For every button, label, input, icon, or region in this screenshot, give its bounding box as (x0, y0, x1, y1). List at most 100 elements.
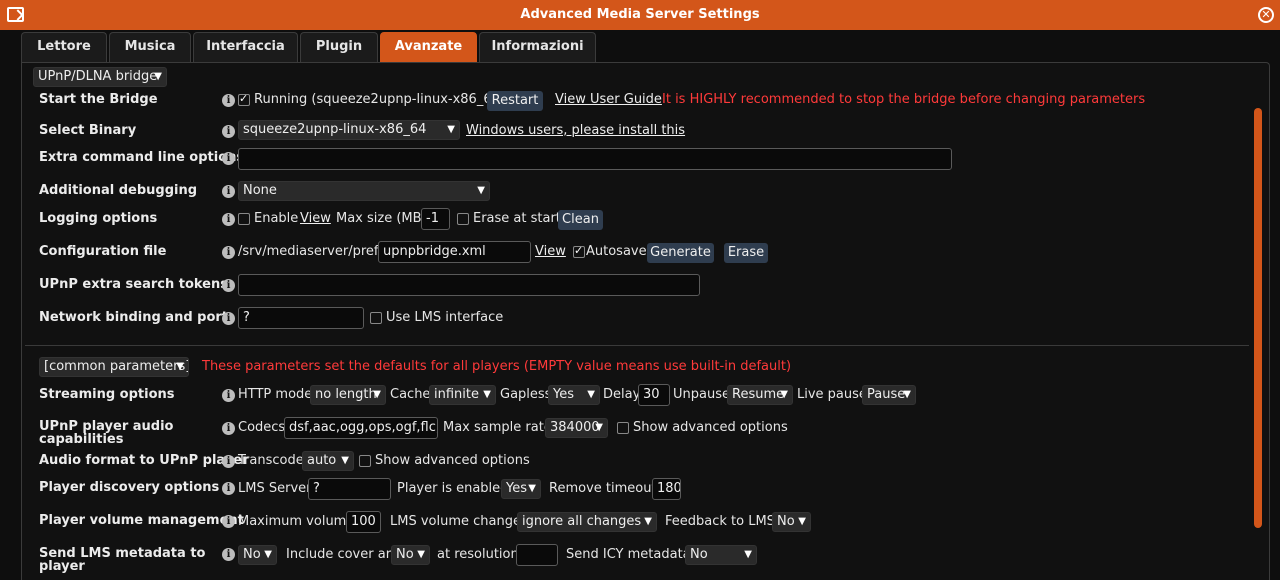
metadata-select[interactable]: No ▼ (238, 545, 277, 565)
info-icon[interactable]: i (222, 422, 235, 435)
config-file-input[interactable]: upnpbridge.xml (378, 241, 531, 263)
erase-start-checkbox[interactable] (457, 213, 469, 225)
lms-server-input[interactable]: ? (308, 478, 391, 500)
gapless-select[interactable]: Yes ▼ (548, 385, 600, 405)
logging-view-link[interactable]: View (300, 211, 331, 226)
config-file-label: Configuration file (39, 244, 167, 259)
generate-button[interactable]: Generate (647, 243, 714, 263)
chevron-down-icon: ▼ (373, 389, 381, 400)
window-title: Advanced Media Server Settings (520, 7, 760, 22)
resolution-input[interactable] (516, 544, 558, 566)
info-icon[interactable]: i (222, 213, 235, 226)
transcode-select[interactable]: auto ▼ (302, 451, 354, 471)
icy-value: No (690, 547, 708, 562)
tab-avanzate[interactable]: Avanzate (380, 32, 477, 62)
live-pause-select[interactable]: Pause ▼ (862, 385, 916, 405)
autosave-checkbox[interactable] (573, 244, 585, 258)
volume-changes-value: ignore all changes (522, 514, 642, 529)
info-icon[interactable]: i (222, 515, 235, 528)
clean-button[interactable]: Clean (558, 210, 603, 230)
chevron-down-icon: ▼ (644, 516, 652, 527)
windows-install-link[interactable]: Windows users, please install this (466, 123, 685, 138)
info-icon[interactable]: i (222, 312, 235, 325)
live-pause-value: Pause (867, 387, 906, 402)
section-select[interactable]: UPnP/DLNA bridge ▼ (33, 67, 167, 87)
binary-select[interactable]: squeeze2upnp-linux-x86_64 ▼ (238, 120, 460, 140)
info-icon[interactable]: i (222, 152, 235, 165)
chevron-down-icon: ▼ (483, 389, 491, 400)
user-guide-link[interactable]: View User Guide (555, 92, 662, 107)
running-label: Running (squeeze2upnp-linux-x86_64) (254, 92, 505, 107)
volume-label: Player volume management (39, 513, 244, 528)
config-view-link[interactable]: View (535, 244, 566, 259)
unpause-select[interactable]: Resume ▼ (727, 385, 793, 405)
restart-button[interactable]: Restart (487, 91, 543, 111)
audio-advanced-checkbox[interactable] (617, 422, 629, 434)
cache-select[interactable]: infinite ▼ (429, 385, 496, 405)
search-tokens-input[interactable] (238, 274, 700, 296)
select-binary-label: Select Binary (39, 123, 137, 138)
chevron-down-icon: ▼ (595, 422, 603, 433)
feedback-select[interactable]: No ▼ (772, 512, 811, 532)
cover-art-value: No (396, 547, 414, 562)
lms-interface-checkbox[interactable] (370, 312, 382, 324)
feedback-value: No (777, 514, 795, 529)
cache-label: Cache (390, 387, 431, 402)
chevron-down-icon: ▼ (798, 516, 806, 527)
chevron-down-icon: ▼ (903, 389, 911, 400)
volume-changes-select[interactable]: ignore all changes ▼ (517, 512, 657, 532)
player-enabled-select[interactable]: Yes ▼ (501, 479, 541, 499)
maxsize-input[interactable]: -1 (421, 208, 450, 230)
chevron-down-icon: ▼ (417, 549, 425, 560)
tab-lettore[interactable]: Lettore (21, 32, 107, 62)
maxsize-label: Max size (MB) (336, 211, 427, 226)
delay-input[interactable]: 30 (638, 384, 670, 406)
exit-icon[interactable] (7, 7, 24, 22)
icy-select[interactable]: No ▼ (685, 545, 757, 565)
tab-informazioni[interactable]: Informazioni (479, 32, 596, 62)
erase-button[interactable]: Erase (724, 243, 768, 263)
close-icon[interactable]: ✕ (1258, 7, 1274, 23)
player-select-value: [common parameters] (44, 359, 189, 374)
debugging-select[interactable]: None ▼ (238, 181, 490, 201)
chevron-down-icon: ▼ (176, 361, 184, 372)
codecs-input[interactable]: dsf,aac,ogg,ops,ogf,flc,al (284, 417, 438, 439)
cache-value: infinite (434, 387, 479, 402)
max-volume-input[interactable]: 100 (346, 511, 381, 533)
info-icon[interactable]: i (222, 246, 235, 259)
cover-art-select[interactable]: No ▼ (391, 545, 430, 565)
running-checkbox[interactable] (238, 92, 250, 106)
remove-timeout-input[interactable]: 180 (652, 478, 681, 500)
tab-musica[interactable]: Musica (109, 32, 191, 62)
info-icon[interactable]: i (222, 279, 235, 292)
format-advanced-checkbox[interactable] (359, 455, 371, 467)
info-icon[interactable]: i (222, 185, 235, 198)
section-divider (25, 345, 1249, 346)
search-tokens-label: UPnP extra search tokens (39, 277, 228, 292)
debugging-select-value: None (243, 183, 277, 198)
player-select[interactable]: [common parameters] ▼ (39, 357, 189, 377)
volume-changes-label: LMS volume changes (390, 514, 528, 529)
max-sample-rate-select[interactable]: 384000 ▼ (545, 418, 608, 438)
config-path: /srv/mediaserver/prefs (238, 244, 386, 259)
start-bridge-label: Start the Bridge (39, 92, 158, 107)
info-icon[interactable]: i (222, 482, 235, 495)
info-icon[interactable]: i (222, 94, 235, 107)
tab-plugin[interactable]: Plugin (300, 32, 378, 62)
extra-options-input[interactable] (238, 148, 952, 170)
info-icon[interactable]: i (222, 548, 235, 561)
transcode-value: auto (307, 453, 337, 468)
debugging-label: Additional debugging (39, 183, 198, 198)
unpause-label: Unpause (673, 387, 730, 402)
logging-enable-checkbox[interactable] (238, 213, 250, 225)
chevron-down-icon: ▼ (744, 549, 752, 560)
network-binding-input[interactable]: ? (238, 307, 364, 329)
info-icon[interactable]: i (222, 125, 235, 138)
info-icon[interactable]: i (222, 455, 235, 468)
info-icon[interactable]: i (222, 389, 235, 402)
http-mode-select[interactable]: no length ▼ (310, 385, 386, 405)
scrollbar[interactable] (1254, 108, 1262, 528)
chevron-down-icon: ▼ (528, 483, 536, 494)
network-binding-label: Network binding and port (39, 310, 229, 325)
tab-interfaccia[interactable]: Interfaccia (193, 32, 298, 62)
